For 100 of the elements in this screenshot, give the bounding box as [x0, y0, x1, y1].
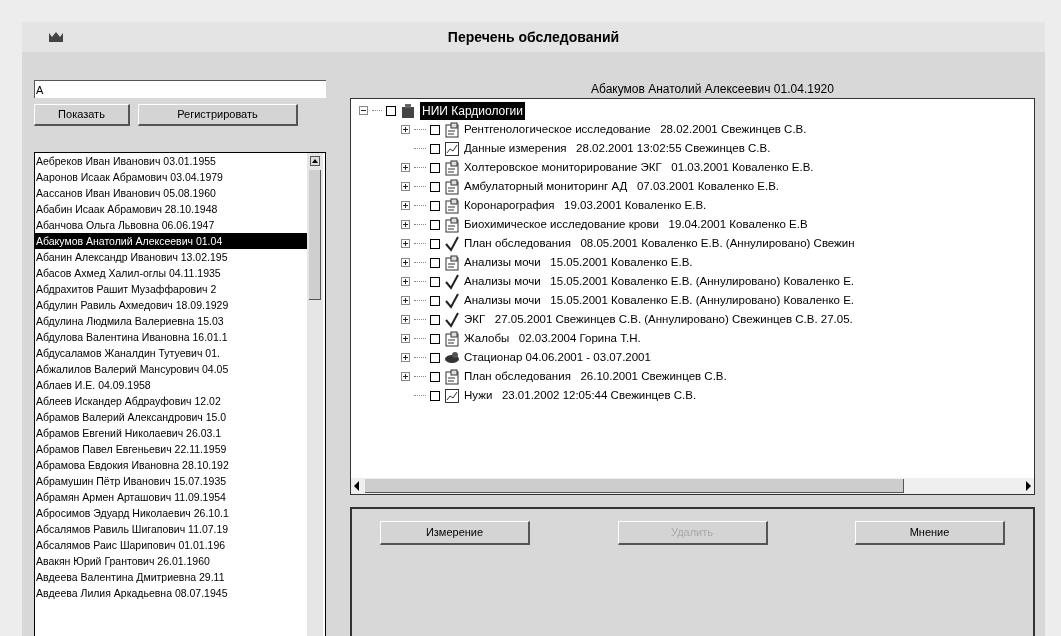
expand-icon[interactable]	[401, 334, 410, 343]
checkbox[interactable]	[430, 314, 440, 325]
patient-item[interactable]: Аебреков Иван Иванович 03.01.1955	[35, 153, 307, 169]
patient-item[interactable]: Абасов Ахмед Халил-оглы 04.11.1935	[35, 265, 307, 281]
patient-item[interactable]: Аассанов Иван Иванович 05.08.1960	[35, 185, 307, 201]
scrollbar[interactable]	[307, 153, 323, 636]
tree-item[interactable]: Нужи 23.01.2002 12:05:44 Свежинцев С.В.	[464, 386, 697, 405]
patient-item[interactable]: Абсалямов Равиль Шигапович 11.07.19	[35, 521, 307, 537]
action-button[interactable]: Измерение	[380, 521, 530, 545]
checkbox[interactable]	[430, 333, 440, 344]
expand-icon[interactable]	[401, 353, 410, 362]
expand-icon[interactable]	[401, 296, 410, 305]
patient-item[interactable]: Абабин Исаак Абрамович 28.10.1948	[35, 201, 307, 217]
patient-item[interactable]: Абанин Александр Иванович 13.02.195	[35, 249, 307, 265]
patient-item[interactable]: Абрамян Армен Арташович 11.09.1954	[35, 489, 307, 505]
patient-item[interactable]: Авакян Юрий Грантович 26.01.1960	[35, 553, 307, 569]
expand-icon[interactable]	[401, 372, 410, 381]
action-button[interactable]: Мнение	[855, 521, 1005, 545]
patient-item[interactable]: Ааронов Исаак Абрамович 03.04.1979	[35, 169, 307, 185]
checkbox[interactable]	[430, 124, 440, 135]
patient-item[interactable]: Абдусаламов Жаналдин Тутуевич 01.	[35, 345, 307, 361]
tree-item[interactable]: Стационар 04.06.2001 - 03.07.2001	[464, 348, 651, 367]
scroll-thumb[interactable]	[309, 170, 321, 300]
checkbox[interactable]	[430, 352, 440, 363]
checkbox[interactable]	[430, 200, 440, 211]
chart-icon	[444, 140, 460, 157]
expand-icon[interactable]	[401, 125, 410, 134]
app-icon	[48, 31, 64, 43]
document-icon	[444, 368, 460, 385]
patient-item[interactable]: Абрамов Евгений Николаевич 26.03.1	[35, 425, 307, 441]
patient-item[interactable]: Абанчова Ольга Львовна 06.06.1947	[35, 217, 307, 233]
tree-item[interactable]: Жалобы 02.03.2004 Горина Т.Н.	[464, 329, 641, 348]
checkbox[interactable]	[430, 390, 440, 401]
expand-icon[interactable]	[401, 220, 410, 229]
patient-item[interactable]: Абрамов Валерий Александрович 15.0	[35, 409, 307, 425]
tree-item[interactable]: Амбулаторный мониторинг АД 07.03.2001 Коваленко Е.В.	[464, 177, 780, 196]
tree-item[interactable]: ЭКГ 27.05.2001 Свежинцев С.В. (Аннулировано) Свежинцев С.В. 27.05.	[464, 310, 853, 329]
patient-item[interactable]: Абросимов Эдуард Николаевич 26.10.1	[35, 505, 307, 521]
patient-item[interactable]: Абакумов Анатолий Алексеевич 01.04	[35, 233, 307, 249]
checkbox[interactable]	[430, 371, 440, 382]
patient-item[interactable]: Авдеева Лилия Аркадьевна 08.07.1945	[35, 585, 307, 601]
collapse-icon[interactable]	[359, 106, 368, 115]
tree-item[interactable]: НИИ Кардиологии	[420, 101, 526, 120]
document-icon	[444, 330, 460, 347]
document-icon	[444, 121, 460, 138]
patient-item[interactable]: Абрамова Евдокия Ивановна 28.10.192	[35, 457, 307, 473]
patient-item[interactable]: Абдулова Валентина Ивановна 16.01.1	[35, 329, 307, 345]
checkmark-icon	[444, 235, 460, 252]
patient-item[interactable]: Абрамушин Пётр Иванович 15.07.1935	[35, 473, 307, 489]
patient-item[interactable]: Абсалямов Раис Шарипович 01.01.196	[35, 537, 307, 553]
patient-item[interactable]: Аблаев И.Е. 04.09.1958	[35, 377, 307, 393]
expand-icon[interactable]	[401, 277, 410, 286]
patient-item[interactable]: Абдулина Людмила Валериевна 15.03	[35, 313, 307, 329]
checkmark-icon	[444, 311, 460, 328]
search-field[interactable]: А	[34, 80, 326, 98]
patient-item[interactable]: Абдрахитов Рашит Музаффарович 2	[35, 281, 307, 297]
checkbox[interactable]	[430, 143, 440, 154]
tree-item[interactable]: План обследования 26.10.2001 Свежинцев С.В.	[464, 367, 727, 386]
patient-name: Абакумов Анатолий Алексеевич 01.04.1920	[590, 81, 835, 98]
checkbox[interactable]	[430, 181, 440, 192]
document-icon	[444, 159, 460, 176]
expand-icon[interactable]	[401, 182, 410, 191]
document-icon	[444, 178, 460, 195]
tree-item[interactable]: Холтеровское мониторирование ЭКГ 01.03.2001 Коваленко Е.В.	[464, 158, 814, 177]
checkbox[interactable]	[386, 105, 396, 116]
action-button[interactable]: Регистрировать	[138, 104, 298, 126]
scroll-up-icon[interactable]	[310, 156, 320, 166]
expand-icon[interactable]	[401, 163, 410, 172]
patient-item[interactable]: Абрамов Павел Евгеньевич 22.11.1959	[35, 441, 307, 457]
checkbox[interactable]	[430, 219, 440, 230]
tree-item[interactable]: Анализы мочи 15.05.2001 Коваленко Е.В. (Аннулировано) Коваленко Е.	[464, 291, 854, 310]
checkbox[interactable]	[430, 238, 440, 249]
tree-item[interactable]: Данные измерения 28.02.2001 13:02:55 Свежинцев С.В.	[464, 139, 771, 158]
tree-item[interactable]: Коронарография 19.03.2001 Коваленко Е.В.	[464, 196, 707, 215]
tree-item[interactable]: План обследования 08.05.2001 Коваленко Е.В. (Аннулировано) Свежин	[464, 234, 855, 253]
tree-item[interactable]: Биохимическое исследование крови 19.04.2001 Коваленко Е.В	[464, 215, 808, 234]
document-icon	[444, 254, 460, 271]
scroll-thumb[interactable]	[365, 479, 904, 493]
patient-item[interactable]: Аблеев Искандер Абдрауфович 12.02	[35, 393, 307, 409]
patient-item[interactable]: Абдулин Равиль Ахмедович 18.09.1929	[35, 297, 307, 313]
scroll-right-icon[interactable]	[1024, 481, 1032, 491]
checkmark-icon	[444, 273, 460, 290]
checkbox[interactable]	[430, 276, 440, 287]
expand-icon[interactable]	[401, 315, 410, 324]
checkbox[interactable]	[430, 257, 440, 268]
tree-item[interactable]: Анализы мочи 15.05.2001 Коваленко Е.В.	[464, 253, 693, 272]
horizontal-scrollbar[interactable]	[351, 478, 1034, 494]
expand-icon[interactable]	[401, 239, 410, 248]
checkmark-icon	[444, 292, 460, 309]
expand-icon[interactable]	[401, 201, 410, 210]
patient-item[interactable]: Авдеева Валентина Дмитриевна 29.11	[35, 569, 307, 585]
expand-icon[interactable]	[401, 258, 410, 267]
checkbox[interactable]	[430, 295, 440, 306]
patient-item[interactable]: Абжалилов Валерий Мансурович 04.05	[35, 361, 307, 377]
tree-item[interactable]: Анализы мочи 15.05.2001 Коваленко Е.В. (Аннулировано) Коваленко Е.	[464, 272, 854, 291]
checkbox[interactable]	[430, 162, 440, 173]
tree-item[interactable]: Рентгенологическое исследование 28.02.2001 Свежинцев С.В.	[464, 120, 807, 139]
action-button[interactable]: Показать	[34, 104, 130, 126]
chart-icon	[444, 387, 460, 404]
scroll-left-icon[interactable]	[353, 481, 361, 491]
